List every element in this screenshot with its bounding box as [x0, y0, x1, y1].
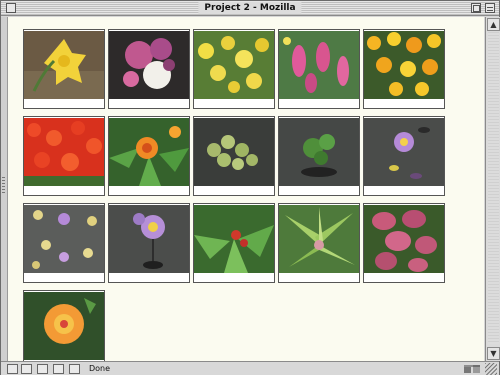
thumbnail-hyacinths[interactable] — [278, 29, 360, 109]
navigator-icon[interactable] — [7, 364, 18, 374]
thumbnail-water-lily-leaves[interactable] — [278, 116, 360, 196]
daffodil-image — [24, 31, 104, 99]
coleus-image — [364, 205, 444, 273]
thumbnail-coleus[interactable] — [363, 203, 445, 283]
resize-handle-icon[interactable] — [485, 363, 497, 375]
zoom-icon[interactable] — [471, 3, 481, 13]
title-bar[interactable]: Project 2 - Mozilla — [1, 1, 499, 16]
thumbnail-orange-flower-leaves[interactable] — [108, 116, 190, 196]
thumbnail-red-tulips[interactable] — [23, 116, 105, 196]
vertical-scrollbar[interactable]: ▲ ▼ — [485, 17, 500, 361]
thumbnail-daffodil-bed[interactable] — [193, 29, 275, 109]
mail-icon[interactable] — [21, 364, 32, 374]
lily-pad-image — [194, 118, 274, 186]
thumbnail-purple-water-lilies[interactable] — [108, 203, 190, 283]
thumbnail-bromeliad[interactable] — [278, 203, 360, 283]
thumbnail-tulips-orange-yellow[interactable] — [363, 29, 445, 109]
water-lily-leaves-image — [279, 118, 359, 186]
status-text: Done — [89, 364, 111, 373]
hibiscus-image — [24, 292, 104, 360]
sidebar-grip-icon[interactable] — [2, 177, 5, 195]
collapse-icon[interactable] — [485, 3, 495, 13]
purple-water-lilies-image — [109, 205, 189, 273]
thumbnail-green-plant-red-buds[interactable] — [193, 203, 275, 283]
scroll-up-arrow-icon[interactable]: ▲ — [487, 18, 500, 31]
page-content — [7, 17, 484, 361]
scroll-down-arrow-icon[interactable]: ▼ — [487, 347, 500, 360]
browser-window: Project 2 - Mozilla ▲ ▼ Done — [0, 0, 500, 375]
red-tulip-image — [24, 118, 104, 186]
thumbnail-chrysanthemums[interactable] — [108, 29, 190, 109]
hyacinth-image — [279, 31, 359, 99]
thumbnail-daffodil[interactable] — [23, 29, 105, 109]
address-book-icon[interactable] — [53, 364, 64, 374]
scroll-track[interactable] — [488, 32, 499, 344]
thumbnail-purple-water-lily[interactable] — [363, 116, 445, 196]
orange-flower-leaves-image — [109, 118, 189, 186]
close-icon[interactable] — [6, 3, 16, 13]
bromeliad-image — [279, 205, 359, 273]
pond-lily-pads-image — [24, 205, 104, 273]
daffodil-bed-image — [194, 31, 274, 99]
thumbnail-lily-pads[interactable] — [193, 116, 275, 196]
security-lock-icon[interactable] — [463, 364, 481, 374]
green-plant-red-buds-image — [194, 205, 274, 273]
chrysanthemum-image — [109, 31, 189, 99]
composer-icon[interactable] — [37, 364, 48, 374]
thumbnail-pond-lily-pads[interactable] — [23, 203, 105, 283]
orange-yellow-tulip-image — [364, 31, 444, 99]
purple-water-lily-image — [364, 118, 444, 186]
chat-icon[interactable] — [69, 364, 80, 374]
thumbnail-hibiscus[interactable] — [23, 290, 105, 361]
status-bar: Done — [1, 361, 499, 375]
window-title: Project 2 - Mozilla — [198, 2, 302, 14]
